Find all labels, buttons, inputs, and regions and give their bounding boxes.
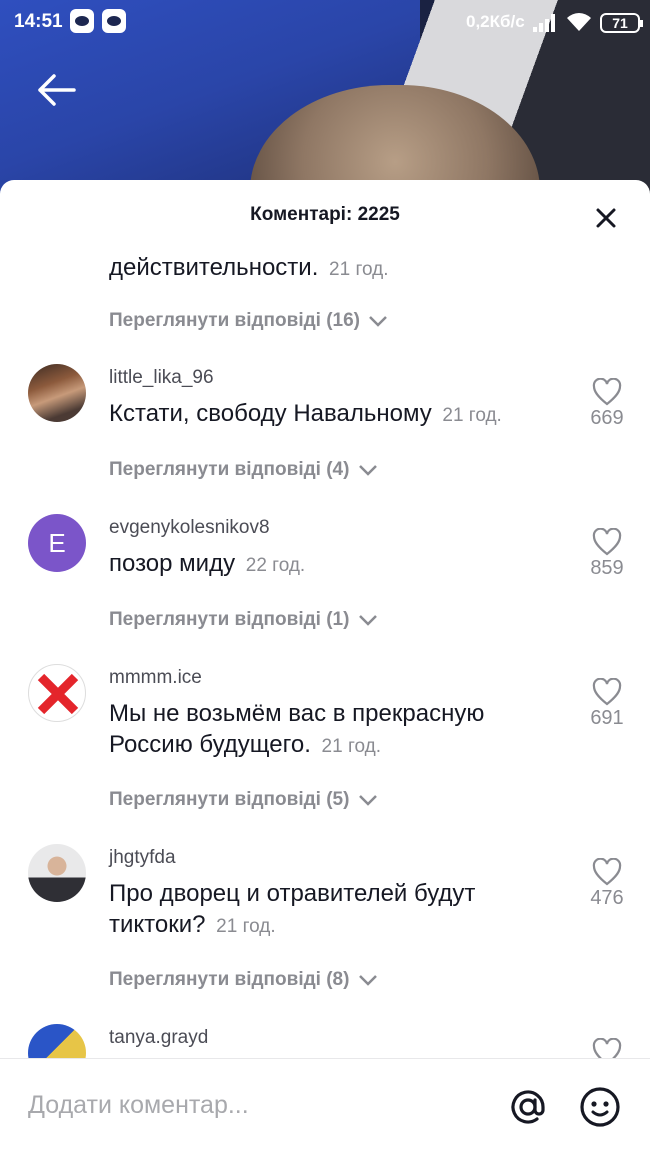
view-replies-label: Переглянути відповіді (8) (109, 969, 350, 990)
back-button[interactable] (34, 68, 78, 112)
avatar[interactable] (28, 844, 86, 902)
view-replies-button[interactable]: Переглянути відповіді (8) (109, 969, 379, 991)
close-icon (596, 208, 616, 228)
comment-body: Кстати, свободу Навальному (109, 400, 432, 427)
avatar[interactable] (28, 664, 86, 722)
chevron-down-icon (358, 615, 377, 626)
notification-app-icon (70, 9, 94, 33)
chevron-down-icon (358, 465, 377, 476)
comment-time: 21 год. (321, 736, 381, 757)
status-bar: 14:51 0,2Кб/с 71 (0, 0, 650, 46)
comment-input[interactable]: Додати коментар... (28, 1091, 249, 1120)
view-replies-button[interactable]: Переглянути відповіді (5) (109, 789, 379, 811)
network-speed: 0,2Кб/с (466, 12, 525, 31)
view-replies-label: Переглянути відповіді (16) (109, 310, 360, 331)
comment-body: Мы не возьмём вас в прекрасную Россию бу… (109, 700, 485, 758)
comment-username[interactable]: jhgtyfda (109, 847, 176, 869)
comment-body: позор миду (109, 550, 236, 577)
emoji-icon (580, 1087, 620, 1127)
like-count: 669 (590, 407, 624, 429)
view-replies-button[interactable]: Переглянути відповіді (1) (109, 609, 379, 631)
chevron-down-icon (369, 316, 388, 327)
comment-time: 21 год. (216, 916, 276, 937)
comments-sheet: Коментарі: 2225 действительности. 21 год… (0, 180, 650, 1156)
mention-button[interactable] (506, 1085, 550, 1129)
chevron-down-icon (358, 975, 377, 986)
comment-username[interactable]: little_lika_96 (109, 367, 214, 389)
avatar[interactable]: E (28, 514, 86, 572)
red-x-icon (37, 673, 79, 715)
like-button[interactable]: 691 (583, 678, 631, 730)
view-replies-label: Переглянути відповіді (5) (109, 789, 350, 810)
comment-text: Кстати, свободу Навальному 21 год. (109, 398, 569, 431)
chevron-down-icon (358, 795, 377, 806)
like-count: 859 (590, 557, 624, 579)
avatar[interactable] (28, 1024, 86, 1058)
like-count: 691 (590, 707, 624, 729)
view-replies-label: Переглянути відповіді (1) (109, 609, 350, 630)
comment-username[interactable]: tanya.grayd (109, 1027, 208, 1049)
heart-icon (592, 378, 622, 406)
close-button[interactable] (592, 204, 620, 232)
heart-icon (592, 1038, 622, 1058)
like-button[interactable]: 669 (583, 378, 631, 430)
emoji-button[interactable] (578, 1085, 622, 1129)
heart-icon (592, 678, 622, 706)
comment-time: 22 год. (245, 555, 306, 576)
wifi-icon (566, 12, 592, 32)
heart-icon (592, 528, 622, 556)
sheet-title: Коментарі: 2225 (250, 204, 400, 225)
battery-icon: 71 (600, 13, 643, 33)
comment-body: Про дворец и отравителей будут тиктоки? (109, 880, 476, 938)
like-button[interactable]: 859 (583, 528, 631, 580)
like-button[interactable] (583, 1038, 631, 1058)
comment-time: 21 год. (329, 259, 389, 280)
back-arrow-icon (38, 74, 76, 106)
status-time: 14:51 (14, 11, 63, 32)
comment-body: действительности. (109, 254, 319, 281)
comment-time: 21 год. (442, 405, 502, 426)
notification-app-icon (102, 9, 126, 33)
view-replies-button[interactable]: Переглянути відповіді (4) (109, 459, 379, 481)
signal-icon (533, 14, 557, 32)
comment-input-bar: Додати коментар... (0, 1058, 650, 1156)
comment-text: Про дворец и отравителей будут тиктоки? … (109, 878, 569, 942)
comment-text: Мы не возьмём вас в прекрасную Россию бу… (109, 698, 569, 762)
like-button[interactable]: 476 (583, 858, 631, 910)
comment-text: позор миду 22 год. (109, 548, 569, 581)
at-icon (511, 1090, 545, 1124)
comments-list[interactable]: Коментарі: 2225 действительности. 21 год… (0, 180, 650, 1058)
like-count: 476 (590, 887, 624, 909)
view-replies-label: Переглянути відповіді (4) (109, 459, 350, 480)
avatar[interactable] (28, 364, 86, 422)
view-replies-button[interactable]: Переглянути відповіді (16) (109, 310, 389, 332)
comment-username[interactable]: mmmm.ice (109, 667, 202, 689)
heart-icon (592, 858, 622, 886)
comment-username[interactable]: evgenykolesnikov8 (109, 517, 270, 539)
comment-text: действительности. 21 год. (109, 252, 569, 285)
